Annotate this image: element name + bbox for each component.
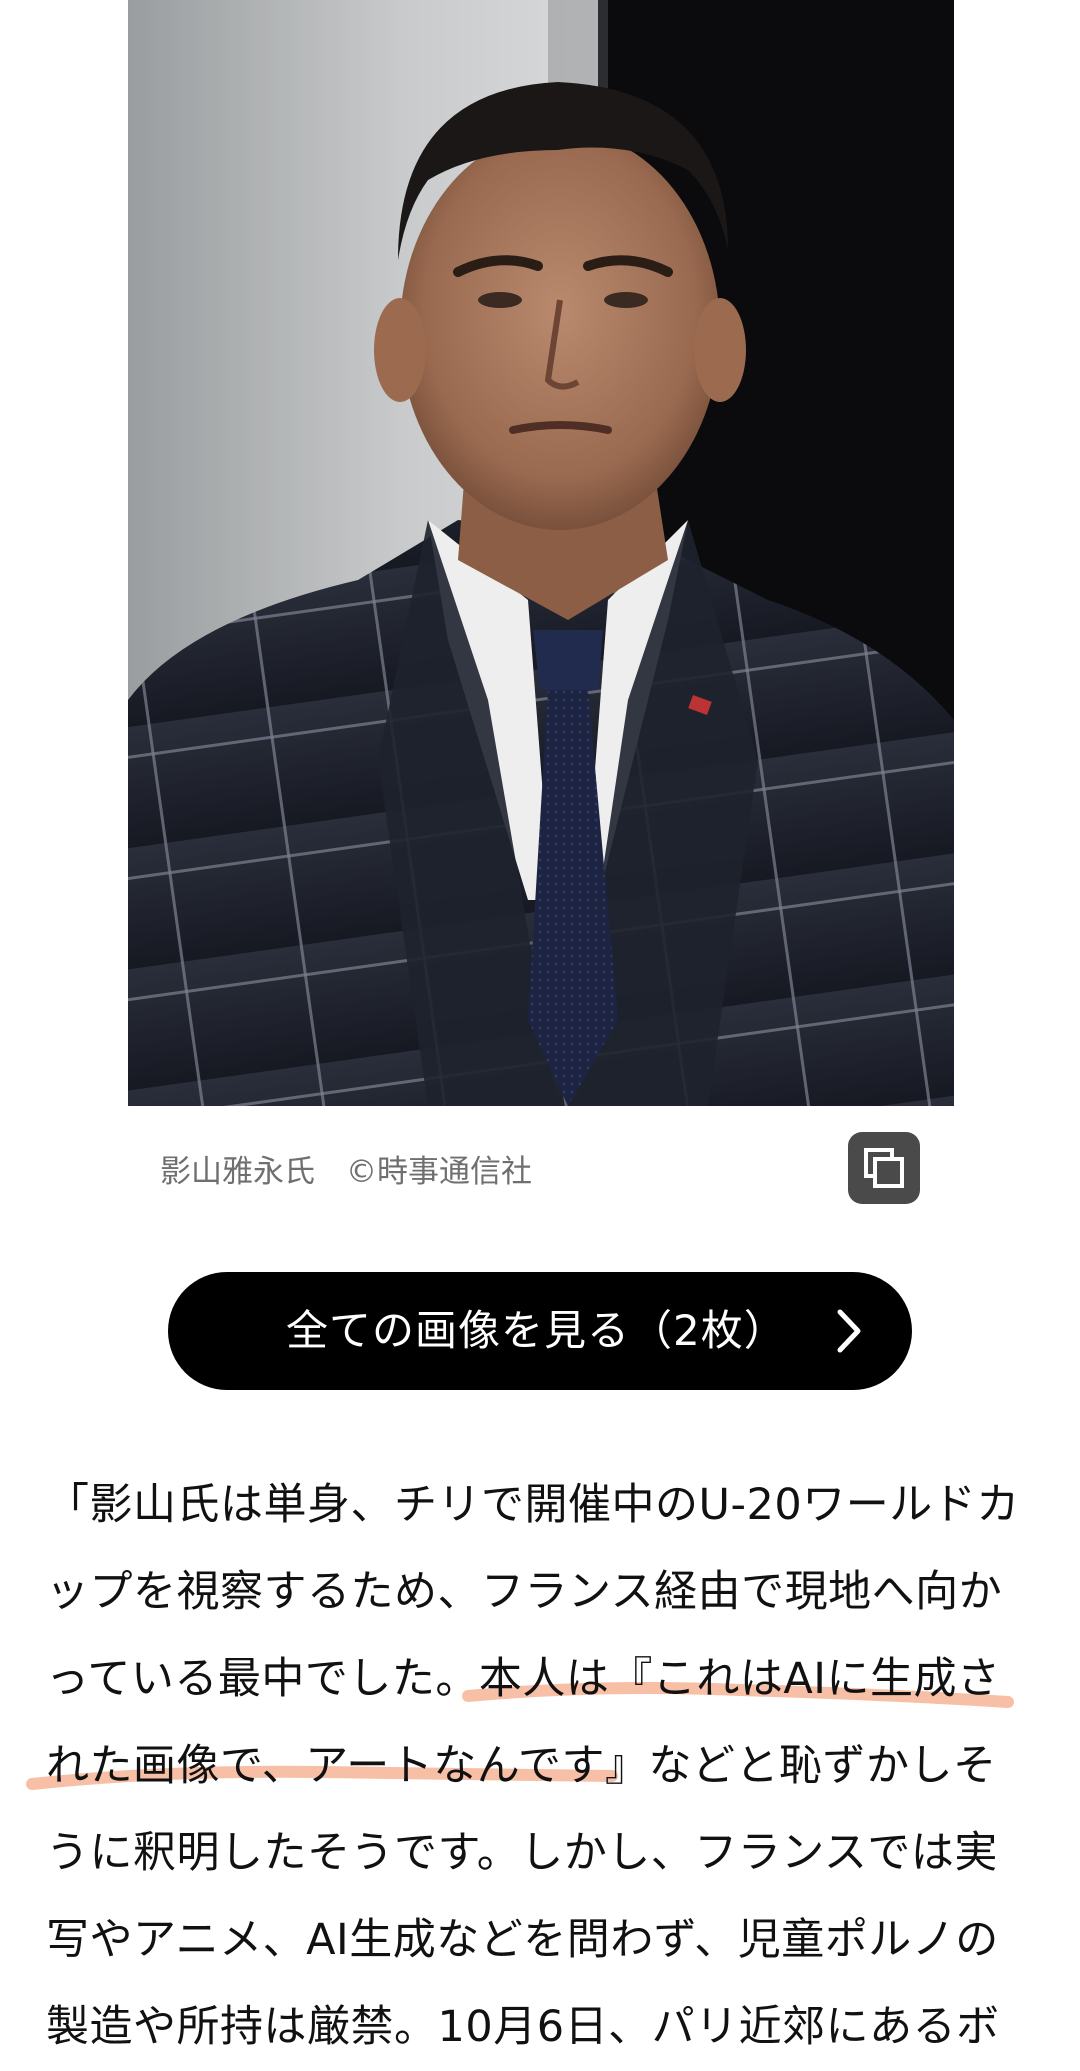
- chevron-right-icon: [837, 1309, 861, 1353]
- article-line: うに釈明したそうです。しかし、フランスでは実: [46, 1828, 998, 1878]
- photo-caption: 影山雅永氏 ©時事通信社: [160, 1154, 532, 1190]
- copy-icon: [864, 1148, 904, 1188]
- article-body: 「影山氏は単身、チリで開催中のU-20ワールドカ ップを視察するため、フランス経…: [46, 1462, 1026, 2071]
- view-all-images-label: 全ての画像を見る（2枚）: [286, 1306, 787, 1355]
- photo-caption-row: 影山雅永氏 ©時事通信社: [160, 1130, 920, 1204]
- portrait-image: [128, 0, 954, 1106]
- copy-button[interactable]: [848, 1132, 920, 1204]
- article-line: ップを視察するため、フランス経由で現地へ向か: [46, 1567, 1003, 1617]
- article-line: っている最中でした。本人は『これはAIに生成さ: [46, 1654, 1001, 1704]
- article-line: 写やアニメ、AI生成などを問わず、児童ポルノの: [46, 1915, 999, 1965]
- article-line: れた画像で、アートなんです』などと恥ずかしそ: [46, 1741, 997, 1791]
- article-line: 製造や所持は厳禁。10月6日、パリ近郊にあるボ: [46, 2002, 1000, 2052]
- view-all-images-button[interactable]: 全ての画像を見る（2枚）: [168, 1272, 912, 1390]
- article-line: 「影山氏は単身、チリで開催中のU-20ワールドカ: [46, 1480, 1020, 1530]
- article-photo[interactable]: [128, 0, 954, 1106]
